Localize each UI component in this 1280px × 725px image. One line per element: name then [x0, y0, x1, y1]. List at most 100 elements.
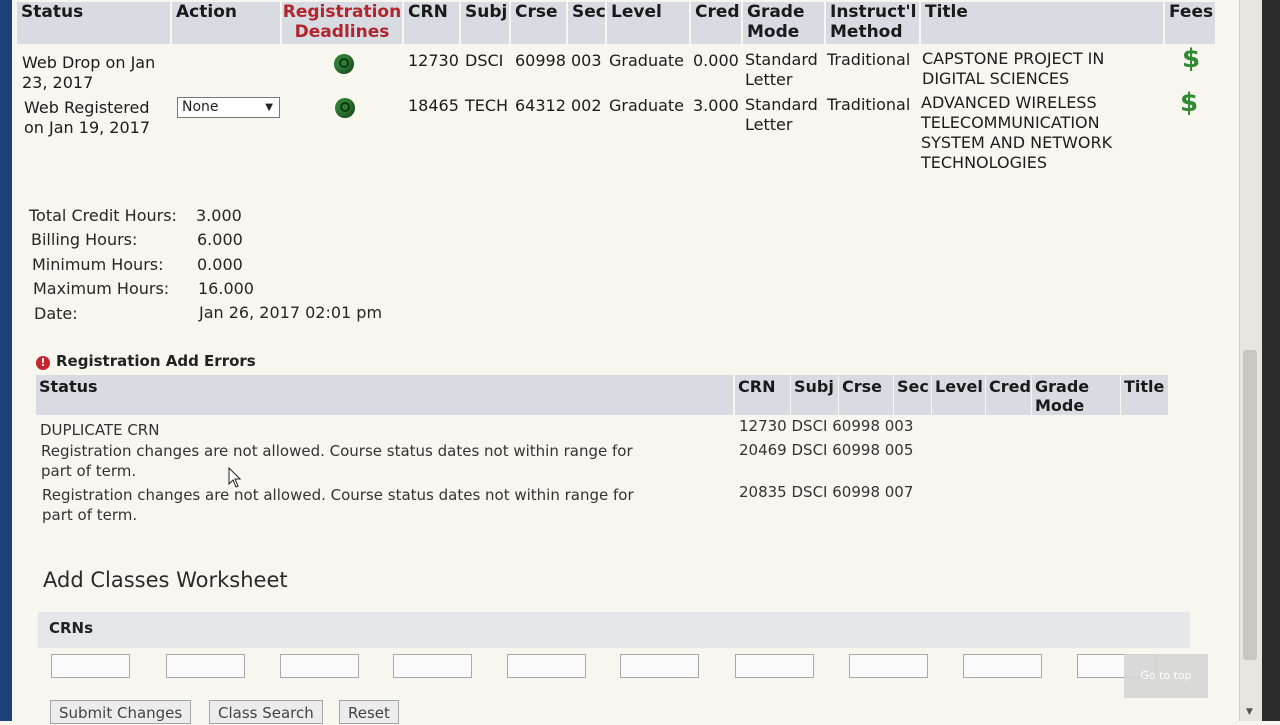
error-row1-crse: 60998	[832, 417, 880, 435]
billing-hours-value: 6.000	[197, 230, 243, 249]
row1-grade-mode-line2: Letter	[745, 70, 793, 89]
vertical-scrollbar[interactable]: ▼	[1239, 0, 1262, 721]
crn-input-3[interactable]	[280, 654, 359, 678]
row2-instructional-method: Traditional	[827, 95, 911, 114]
total-credit-hours-value: 3.000	[196, 206, 242, 225]
error-row3-subj: DSCI	[791, 483, 828, 501]
screen-bezel-right	[1262, 0, 1280, 721]
error-row3-course: 20835 DSCI 60998 007	[739, 482, 913, 502]
minimum-hours-value: 0.000	[197, 255, 243, 274]
clock-globe-icon[interactable]	[334, 54, 354, 74]
row2-title-line1: ADVANCED WIRELESS	[921, 93, 1097, 112]
row1-title-line1: CAPSTONE PROJECT IN	[922, 49, 1105, 68]
error-row2-course: 20469 DSCI 60998 005	[739, 440, 913, 460]
error-icon: !	[36, 356, 50, 370]
row2-grade-mode-line2: Letter	[745, 115, 793, 134]
errors-header-title: Title	[1121, 375, 1168, 415]
mouse-cursor-icon	[228, 467, 242, 488]
row2-status: Web Registered on Jan 19, 2017	[24, 98, 150, 138]
dropdown-arrow-icon: ▼	[265, 102, 273, 113]
header-title: Title	[921, 2, 1163, 44]
go-to-top-button[interactable]: Go to top	[1124, 654, 1208, 698]
row2-title-line3: SYSTEM AND NETWORK	[921, 133, 1113, 152]
error-row3-sec: 007	[884, 483, 914, 501]
header-fees: Fees	[1165, 2, 1215, 44]
crn-input-9[interactable]	[963, 654, 1042, 678]
row1-instructional-method: Traditional	[827, 50, 911, 69]
row1-status-line1: Web Drop on Jan	[22, 53, 156, 72]
registration-add-errors-title: ! Registration Add Errors	[36, 352, 256, 370]
header-crn: CRN	[404, 2, 459, 44]
crn-input-1[interactable]	[51, 654, 130, 678]
crns-header: CRNs	[38, 612, 1190, 648]
header-grade-mode: Grade Mode	[743, 2, 824, 44]
action-select[interactable]: None ▼	[177, 97, 280, 118]
minimum-hours-label: Minimum Hours:	[32, 255, 164, 274]
error-row2-sec: 005	[884, 441, 914, 459]
row1-status: Web Drop on Jan 23, 2017	[22, 53, 155, 93]
errors-header-grade-mode-line1: Grade	[1035, 377, 1090, 396]
maximum-hours-label: Maximum Hours:	[33, 279, 170, 298]
error-row1-crn: 12730	[739, 417, 787, 435]
row2-title-line2: TELECOMMUNICATION	[921, 113, 1100, 132]
row2-cred: 3.000	[693, 96, 739, 115]
error-row2-status-line2: part of term.	[41, 462, 137, 480]
crn-input-2[interactable]	[166, 654, 245, 678]
row1-level: Graduate	[609, 51, 684, 70]
header-action: Action	[172, 2, 280, 44]
error-row1-status: DUPLICATE CRN	[40, 421, 160, 439]
error-row3-crn: 20835	[739, 483, 787, 501]
class-search-button[interactable]: Class Search	[209, 700, 323, 724]
row2-title-line4: TECHNOLOGIES	[921, 153, 1047, 172]
row1-subj: DSCI	[465, 51, 504, 70]
error-row2-crn: 20469	[739, 441, 787, 459]
header-instr-method-line2: Method	[830, 22, 903, 42]
billing-hours-label: Billing Hours:	[31, 230, 138, 249]
errors-header-crn: CRN	[735, 375, 790, 415]
row2-grade-mode-line1: Standard	[745, 95, 818, 114]
reset-button[interactable]: Reset	[339, 700, 399, 724]
error-row1-subj: DSCI	[791, 417, 828, 435]
header-status: Status	[17, 2, 170, 44]
error-row1-sec: 003	[884, 417, 914, 435]
header-registration-deadlines[interactable]: Registration Deadlines	[282, 2, 402, 44]
header-instructional-method: Instruct'l Method	[826, 2, 919, 44]
row1-sec: 003	[571, 51, 602, 70]
crn-input-5[interactable]	[507, 654, 586, 678]
row1-title: CAPSTONE PROJECT IN DIGITAL SCIENCES	[922, 49, 1104, 89]
crn-input-4[interactable]	[393, 654, 472, 678]
header-reg-deadlines-line1: Registration	[282, 2, 402, 22]
errors-header-crse: Crse	[839, 375, 893, 415]
row2-sec: 002	[571, 96, 602, 115]
dollar-icon[interactable]: $	[1180, 88, 1198, 118]
header-level: Level	[607, 2, 689, 44]
row1-title-line2: DIGITAL SCIENCES	[922, 69, 1070, 88]
crn-input-6[interactable]	[620, 654, 699, 678]
errors-header-cred: Cred	[986, 375, 1031, 415]
header-grade-mode-line2: Mode	[747, 22, 800, 42]
clock-globe-icon[interactable]	[335, 98, 355, 118]
row1-crse: 60998	[515, 51, 566, 70]
header-crse: Crse	[511, 2, 566, 44]
dollar-icon[interactable]: $	[1182, 44, 1200, 74]
error-row1-course: 12730 DSCI 60998 003	[739, 416, 913, 436]
crn-input-7[interactable]	[735, 654, 814, 678]
row1-cred: 0.000	[693, 51, 739, 70]
error-row3-crse: 60998	[832, 483, 880, 501]
submit-changes-button[interactable]: Submit Changes	[50, 700, 192, 724]
scrollbar-thumb[interactable]	[1243, 350, 1257, 660]
errors-title-text: Registration Add Errors	[56, 352, 256, 370]
error-row2-subj: DSCI	[791, 441, 828, 459]
add-classes-worksheet-title: Add Classes Worksheet	[43, 568, 288, 592]
header-grade-mode-line1: Grade	[747, 2, 805, 22]
crn-input-8[interactable]	[849, 654, 928, 678]
header-subj: Subj	[461, 2, 509, 44]
row2-status-line1: Web Registered	[24, 98, 150, 117]
row1-grade-mode: Standard Letter	[745, 50, 818, 90]
scroll-down-arrow-icon[interactable]: ▼	[1246, 707, 1253, 717]
action-select-value: None	[182, 99, 219, 115]
errors-header-status: Status	[36, 375, 733, 415]
row1-crn: 12730	[408, 51, 459, 70]
row2-crn: 18465	[408, 96, 459, 115]
error-row2-status: Registration changes are not allowed. Co…	[41, 441, 633, 481]
